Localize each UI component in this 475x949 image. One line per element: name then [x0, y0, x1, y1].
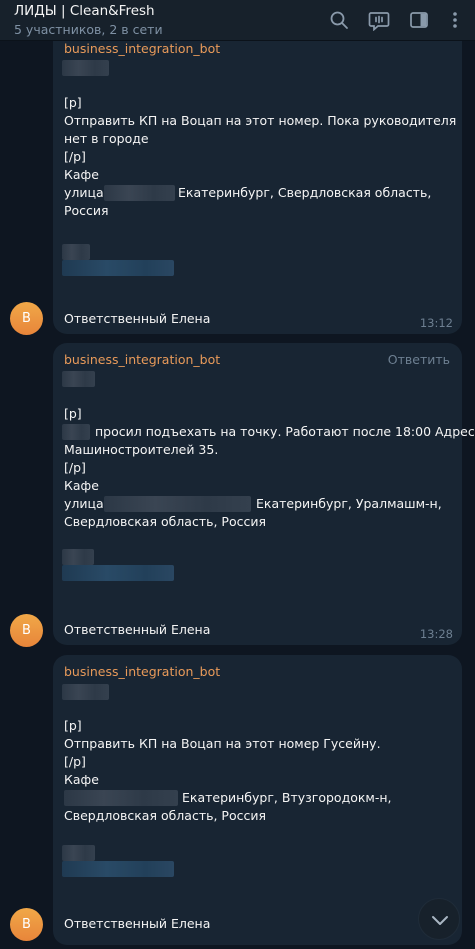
- message-place-type: Кафе: [64, 167, 99, 182]
- message-tag: [p]: [64, 406, 82, 421]
- search-icon[interactable]: [328, 9, 350, 31]
- redacted-link[interactable]: [62, 861, 174, 877]
- redacted-block: [104, 496, 251, 512]
- message-address: Свердловская область, Россия: [64, 808, 266, 823]
- message-sender[interactable]: business_integration_bot: [64, 663, 220, 681]
- message-address: Екатеринбург, Втузгородокм-н,: [182, 790, 392, 805]
- more-options-icon[interactable]: [444, 9, 466, 31]
- message-address: Россия: [64, 203, 109, 218]
- avatar[interactable]: B: [10, 908, 43, 941]
- message-bubble[interactable]: business_integration_bot Ответить [p] пр…: [53, 343, 475, 645]
- redacted-block: [62, 60, 109, 76]
- message-address-prefix: улица: [64, 496, 104, 511]
- responsible-label: Ответственный Елена: [64, 916, 211, 931]
- redacted-link[interactable]: [62, 260, 174, 276]
- reply-button[interactable]: Ответить: [388, 352, 450, 367]
- redacted-block: [62, 684, 109, 700]
- message-tag: [p]: [64, 95, 82, 110]
- redacted-block: [62, 549, 94, 565]
- message-bubble[interactable]: business_integration_bot [p] Отправить К…: [53, 655, 462, 945]
- message-sender[interactable]: business_integration_bot: [64, 40, 220, 58]
- message-text: Отправить КП на Воцап на этот номер Гусе…: [64, 736, 381, 751]
- responsible-label: Ответственный Елена: [64, 311, 211, 326]
- redacted-block: [62, 244, 90, 260]
- scroll-to-bottom-button[interactable]: [418, 898, 460, 940]
- avatar[interactable]: B: [10, 614, 43, 647]
- message-link[interactable]: [/p]: [64, 753, 86, 771]
- message-place-type: Кафе: [64, 478, 99, 493]
- message-place-type: Кафе: [64, 772, 99, 787]
- avatar[interactable]: B: [10, 302, 43, 335]
- redacted-block: [62, 371, 95, 387]
- message-tag: [p]: [64, 718, 82, 733]
- message-time: 13:12: [419, 316, 453, 330]
- redacted-block: [104, 185, 175, 201]
- message-sender[interactable]: business_integration_bot: [64, 351, 220, 369]
- chevron-down-icon: [432, 916, 448, 925]
- message-address: Екатеринбург, Уралмашм-н,: [256, 496, 442, 511]
- message-time: 13:28: [419, 627, 453, 641]
- message-address: Свердловская область, Россия: [64, 514, 266, 529]
- voice-chat-icon[interactable]: [368, 9, 390, 31]
- redacted-block: [62, 424, 90, 440]
- redacted-link[interactable]: [62, 565, 174, 581]
- message-text: просил подъехать на точку. Работают посл…: [95, 424, 475, 439]
- sidebar-toggle-icon[interactable]: [408, 9, 430, 31]
- message-text: нет в городе: [64, 131, 149, 146]
- message-text: Машиностроителей 35.: [64, 442, 219, 457]
- responsible-label: Ответственный Елена: [64, 622, 211, 637]
- chat-header[interactable]: ЛИДЫ | Clean&Fresh 5 участников, 2 в сет…: [0, 0, 475, 41]
- message-link[interactable]: [/p]: [64, 148, 86, 166]
- chat-member-count[interactable]: 5 участников, 2 в сети: [14, 22, 163, 37]
- redacted-block: [62, 845, 95, 861]
- message-link[interactable]: [/p]: [64, 459, 86, 477]
- message-text: Отправить КП на Воцап на этот номер. Пок…: [64, 113, 457, 128]
- chat-title[interactable]: ЛИДЫ | Clean&Fresh: [14, 3, 155, 19]
- message-address-prefix: улица: [64, 185, 104, 200]
- message-bubble[interactable]: business_integration_bot [p] Отправить К…: [53, 20, 462, 334]
- message-address: Екатеринбург, Свердловская область,: [178, 185, 432, 200]
- redacted-block: [64, 790, 178, 806]
